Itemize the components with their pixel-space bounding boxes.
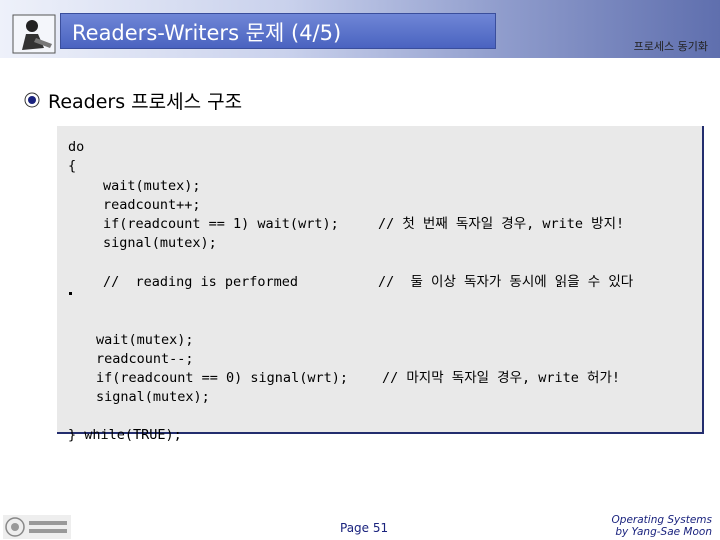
credit-line-author: by Yang-Sae Moon [615,526,712,538]
code-line-open: { [68,158,77,174]
section-label: 프로세스 동기화 [633,40,708,53]
university-logo [3,515,71,539]
code-line: wait(mutex); [96,332,194,348]
code-line: if(readcount == 1) wait(wrt); [103,216,339,232]
code-line: readcount++; [103,197,201,213]
code-comment: // 첫 번째 독자일 경우, write 방지! [378,216,625,232]
credit-line-course: Operating Systems [611,514,712,526]
code-line: wait(mutex); [103,178,201,194]
code-line: signal(mutex); [103,235,217,251]
page-number: Page 51 [340,521,389,535]
section-heading: Readers 프로세스 구조 [48,91,243,113]
slide-title: Readers-Writers 문제 (4/5) [72,21,342,45]
person-reading-icon [12,14,56,54]
code-line: signal(mutex); [96,389,210,405]
code-comment: // 둘 이상 독자가 동시에 읽을 수 있다 [378,274,634,290]
code-comment: // reading is performed [103,274,299,290]
code-line-do: do [68,139,85,155]
code-line: if(readcount == 0) signal(wrt); [96,370,348,386]
code-comment: // 마지막 독자일 경우, write 허가! [382,370,620,386]
code-line: readcount--; [96,351,194,367]
credit: Operating Systems by Yang-Sae Moon [612,514,712,538]
ellipsis-dot [69,292,72,295]
code-line-close: } while(TRUE); [68,427,182,443]
bullet-icon [24,92,40,108]
